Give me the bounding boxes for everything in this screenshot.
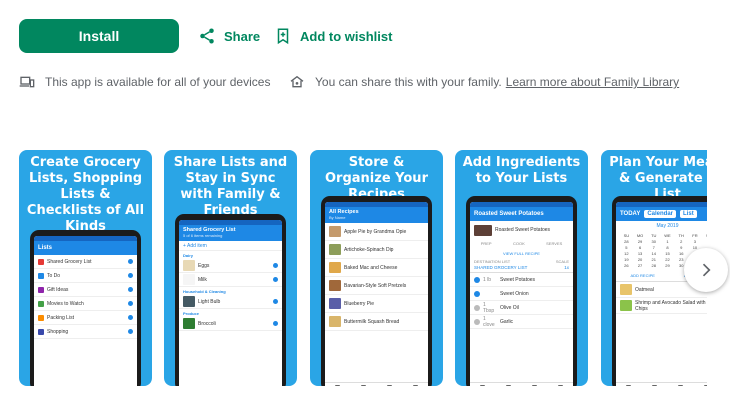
app-bar: Lists: [34, 241, 137, 255]
chevron-right-icon: [702, 263, 711, 277]
bookmark-add-icon: [277, 28, 289, 45]
screenshot-carousel: Create Grocery Lists, Shopping Lists & C…: [19, 150, 707, 386]
app-bar: Roasted Sweet Potatoes: [470, 207, 573, 221]
share-icon: [200, 28, 214, 44]
screenshot-caption: Create Grocery Lists, Shopping Lists & C…: [26, 155, 145, 234]
family-info: You can share this with your family. Lea…: [289, 74, 679, 90]
app-bar: Shared Grocery List 5 of 6 items remainin…: [179, 225, 282, 241]
phone-frame: Lists Shared Grocery List To Do Gift Ide…: [30, 230, 141, 386]
app-bar: All Recipes By Name: [325, 207, 428, 223]
share-label: Share: [224, 28, 261, 44]
install-button[interactable]: Install: [19, 19, 179, 53]
phone-frame: Roasted Sweet Potatoes Roasted Sweet Pot…: [466, 196, 577, 386]
screenshot-caption: Share Lists and Stay in Sync with Family…: [173, 155, 288, 218]
devices-icon: [19, 76, 35, 88]
phone-frame: Shared Grocery List 5 of 6 items remainin…: [175, 214, 286, 386]
family-text: You can share this with your family.: [315, 75, 502, 89]
screenshot-3[interactable]: Store & Organize Your Recipes All Recipe…: [310, 150, 443, 386]
screenshot-2[interactable]: Share Lists and Stay in Sync with Family…: [164, 150, 297, 386]
phone-frame: All Recipes By Name Apple Pie by Grandma …: [321, 196, 432, 386]
wishlist-label: Add to wishlist: [300, 28, 393, 44]
family-library-link[interactable]: Learn more about Family Library: [506, 75, 679, 89]
family-home-icon: [290, 75, 304, 88]
phone-frame: TODAY Calendar List May 2019 SU MO TU WE TH F…: [612, 196, 707, 386]
screenshot-1[interactable]: Create Grocery Lists, Shopping Lists & C…: [19, 150, 152, 386]
share-button[interactable]: Share: [198, 25, 260, 47]
app-bar: TODAY Calendar List: [616, 207, 707, 221]
devices-info: This app is available for all of your de…: [19, 74, 270, 90]
screenshot-caption: Add Ingredients to Your Lists: [462, 155, 581, 186]
wishlist-button[interactable]: Add to wishlist: [274, 25, 392, 47]
devices-text: This app is available for all of your de…: [45, 75, 271, 89]
carousel-next-button[interactable]: [684, 248, 728, 292]
screenshot-4[interactable]: Add Ingredients to Your Lists Roasted Sw…: [455, 150, 588, 386]
